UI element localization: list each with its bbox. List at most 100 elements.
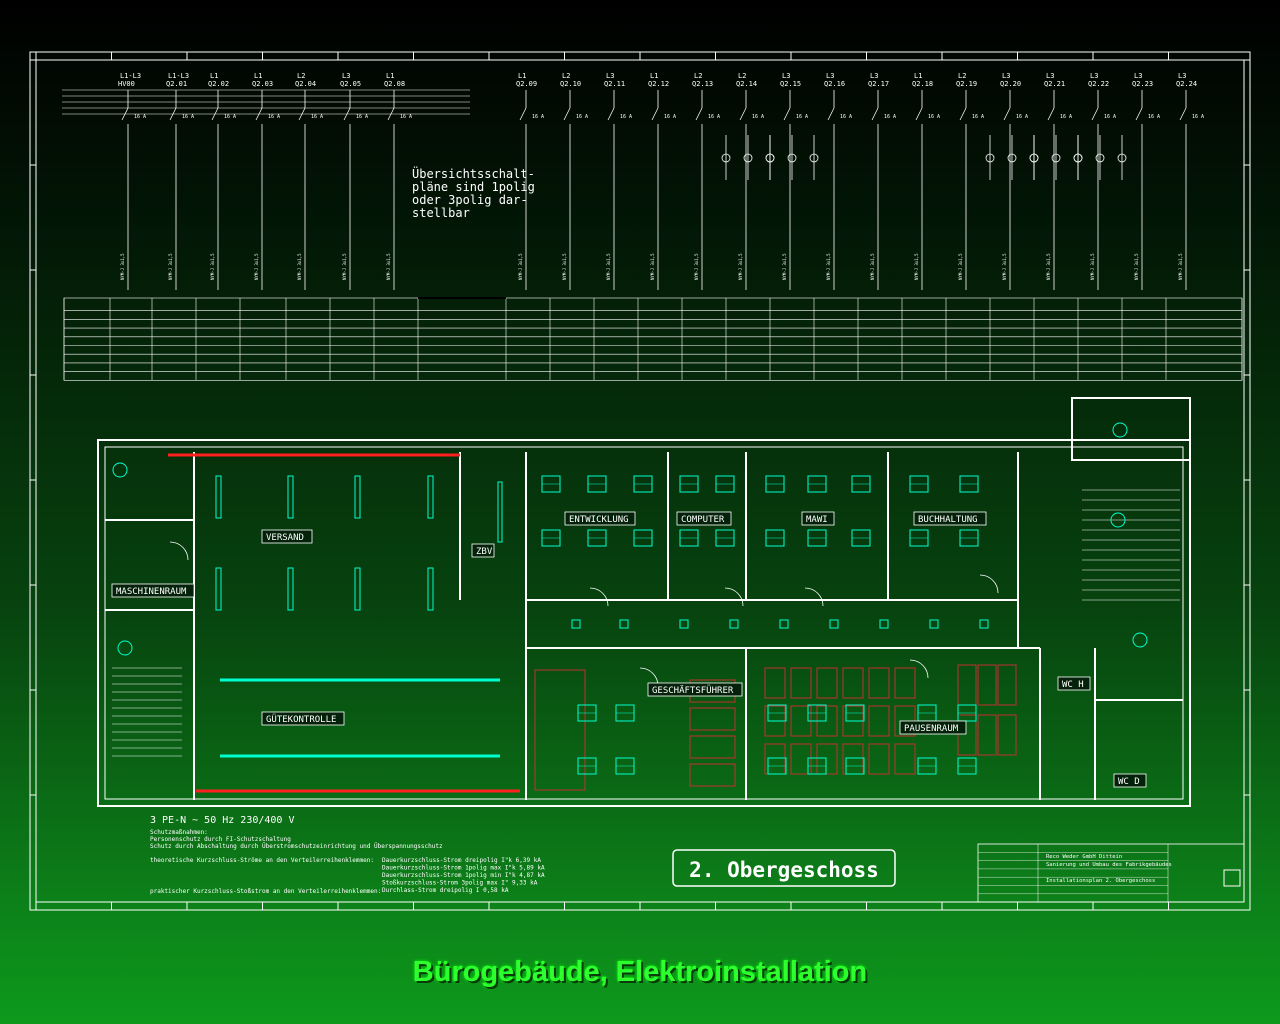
breaker-rating: 16 A [268, 114, 280, 120]
circuit-phase: L1-L3 [168, 72, 189, 80]
breaker-icon [563, 107, 571, 121]
circuit-id: Q2.24 [1176, 80, 1197, 88]
circuit-phase: L1 [254, 72, 262, 80]
circuit-phase: L3 [1002, 72, 1010, 80]
feeder-description: NYM-J 3x1,5 [870, 253, 875, 280]
circuit-phase: L1 [914, 72, 922, 80]
titleblock-project: Sanierung und Umbau des Fabrikgebäudes [1046, 862, 1172, 868]
feeder-description: NYM-J 3x1,5 [562, 253, 567, 280]
circuit-id: Q2.16 [824, 80, 845, 88]
lamp-icon [215, 475, 222, 519]
feeder-description: NYM-J 3x1,5 [694, 253, 699, 280]
logo-icon [1223, 869, 1241, 887]
circuit-phase: L2 [738, 72, 746, 80]
schematic-note: stellbar [412, 206, 470, 220]
feeder-description: NYM-J 3x1,5 [168, 253, 173, 280]
feeder-description: NYM-J 3x1,5 [1090, 253, 1095, 280]
furniture [816, 743, 838, 775]
circuit-id: Q2.11 [604, 80, 625, 88]
circuit-phase: L2 [694, 72, 702, 80]
breaker-rating: 16 A [708, 114, 720, 120]
titleblock-company: Reco Weder GmbH Dittein [1046, 854, 1122, 860]
electrical-plan-drawing: L1-L3HV0016 ANYM-J 3x1,5L1-L3Q2.0116 ANY… [29, 51, 1251, 911]
caption-title: Bürogebäude, Elektroinstallation [412, 956, 868, 988]
furniture [689, 707, 736, 731]
circuit-schematic [62, 89, 1187, 290]
circuit-id: Q2.19 [956, 80, 977, 88]
circuit-phase: L3 [1090, 72, 1098, 80]
circuit-id: Q2.12 [648, 80, 669, 88]
lamp-icon [1112, 422, 1128, 438]
breaker-icon [519, 107, 527, 121]
stair-tower [1071, 397, 1191, 461]
furniture [842, 667, 864, 699]
socket-icon [979, 619, 989, 629]
door-swing [979, 574, 999, 594]
circuit-phase: L1 [210, 72, 218, 80]
lamp-icon [287, 567, 294, 611]
breaker-icon [827, 107, 835, 121]
floor-plan [97, 397, 1191, 807]
room-label-computer: COMPUTER [681, 515, 725, 525]
circuit-phase: L1-L3 [120, 72, 141, 80]
furniture [977, 664, 997, 706]
breaker-icon [959, 107, 967, 121]
socket-icon [779, 619, 789, 629]
breaker-icon [1003, 107, 1011, 121]
breaker-icon [607, 107, 615, 121]
circuit-phase: L1 [386, 72, 394, 80]
breaker-rating: 16 A [311, 114, 323, 120]
breaker-icon [915, 107, 923, 121]
feeder-description: NYM-J 3x1,5 [782, 253, 787, 280]
socket-icon [679, 619, 689, 629]
feeder-description: NYM-J 3x1,5 [650, 253, 655, 280]
circuit-id: Q2.02 [208, 80, 229, 88]
circuit-id: Q2.15 [780, 80, 801, 88]
inner-wall-line [104, 446, 1184, 800]
room-label-maschinenraum: MASCHINENRAUM [116, 587, 187, 597]
lamp-icon [354, 567, 361, 611]
feeder-description: NYM-J 3x1,5 [826, 253, 831, 280]
supply-spec: 3 PE-N ~ 50 Hz 230/400 V [150, 815, 295, 826]
room-label-zbv: ZBV [476, 547, 493, 557]
circuit-phase: L3 [782, 72, 790, 80]
feeder-description: NYM-J 3x1,5 [1178, 253, 1183, 280]
schematic-note: pläne sind 1polig [412, 180, 535, 194]
circuit-id: Q2.21 [1044, 80, 1065, 88]
circuit-id: Q2.08 [384, 80, 405, 88]
room-label-mawi: MAWI [806, 515, 828, 525]
room-label-pausenraum: PAUSENRAUM [904, 724, 959, 734]
circuit-phase: L3 [1046, 72, 1054, 80]
protection-note: Personenschutz durch FI-Schutzschaltung [150, 836, 291, 843]
lamp-icon [215, 567, 222, 611]
circuit-id: Q2.22 [1088, 80, 1109, 88]
door-swing [589, 587, 609, 607]
lamp-icon [427, 475, 434, 519]
breaker-icon [1091, 107, 1099, 121]
door-swing [724, 587, 744, 607]
outer-border [29, 51, 1251, 911]
furniture [868, 743, 890, 775]
circuit-id: Q2.03 [252, 80, 273, 88]
breaker-rating: 16 A [224, 114, 236, 120]
feeder-description: NYM-J 3x1,5 [518, 253, 523, 280]
lamp-icon [354, 475, 361, 519]
breaker-rating: 16 A [356, 114, 368, 120]
circuit-id: Q2.23 [1132, 80, 1153, 88]
breaker-rating: 16 A [134, 114, 146, 120]
socket-icon [571, 619, 581, 629]
circuit-id: Q2.17 [868, 80, 889, 88]
shortcircuit-row: Dauerkurzschluss-Strom dreipolig I"k 6,3… [382, 857, 541, 864]
furniture [894, 743, 916, 775]
lamp-icon [117, 640, 133, 656]
title-block [977, 843, 1245, 903]
furniture [957, 664, 977, 706]
shortcircuit-label: praktischer Kurzschluss-Stoßstrom an den… [150, 888, 381, 895]
room-label-guetekontrolle: GÜTEKONTROLLE [266, 714, 336, 725]
breaker-rating: 16 A [752, 114, 764, 120]
protection-note: Schutz durch Abschaltung durch Überstrom… [150, 843, 443, 850]
circuit-phase: L1 [518, 72, 526, 80]
breaker-icon [871, 107, 879, 121]
circuit-phase: L2 [958, 72, 966, 80]
circuit-id: Q2.01 [166, 80, 187, 88]
